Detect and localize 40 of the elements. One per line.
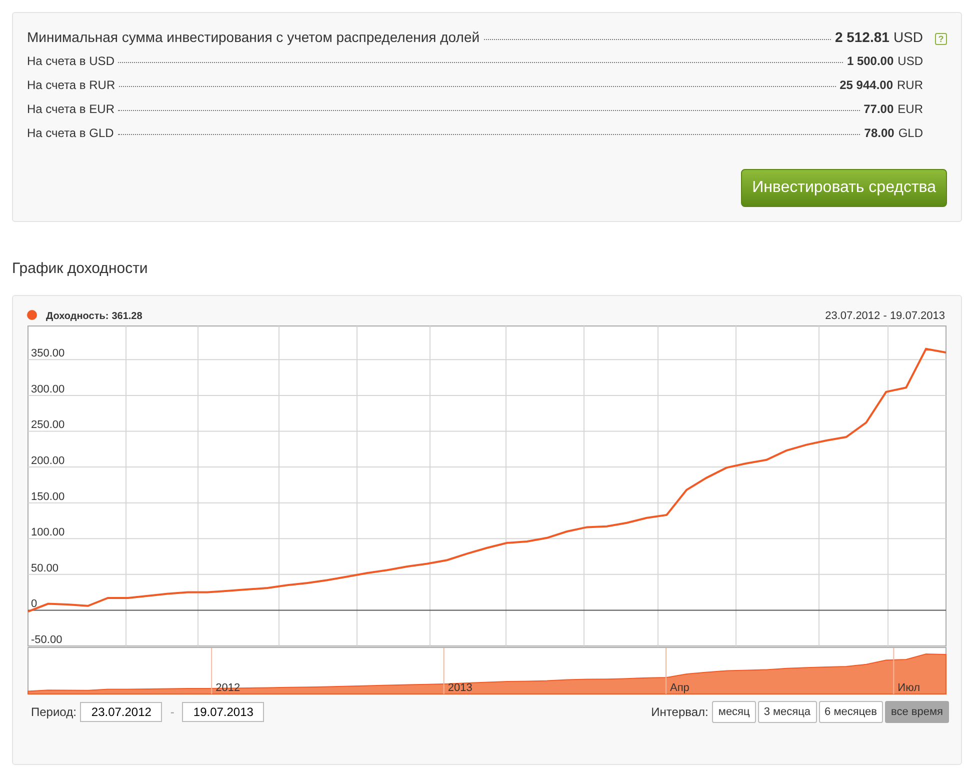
min-sum-label: Минимальная сумма инвестирования с учетом распределения долей <box>27 28 480 47</box>
y-axis-label: 350.00 <box>31 347 65 360</box>
account-label: На счета в GLD <box>27 125 114 142</box>
interval-button[interactable]: месяц <box>712 700 756 723</box>
interval-button[interactable]: 6 месяцев <box>818 700 883 723</box>
interval-button[interactable]: все время <box>885 700 949 723</box>
currency-label: EUR <box>898 101 923 118</box>
y-axis-label: 50.00 <box>31 562 59 574</box>
amount-value: 25 944.00 <box>840 77 893 94</box>
amount-value: 2 512.81 <box>834 28 890 47</box>
currency-label: RUR <box>897 77 923 94</box>
currency-label: GLD <box>898 125 923 142</box>
y-axis-label: 0 <box>31 598 38 610</box>
account-label: На счета в RUR <box>27 77 116 94</box>
currency-label: USD <box>898 53 923 70</box>
legend-label: Доходность: 361.28 <box>46 310 142 322</box>
separator: - <box>170 704 174 721</box>
currency-label: USD <box>893 28 923 47</box>
navigator-label: 2013 <box>448 682 472 694</box>
y-axis-label: 100.00 <box>31 526 65 538</box>
account-label: На счета в USD <box>27 53 114 70</box>
amount-value: 1 500.00 <box>846 53 894 70</box>
date-from-field[interactable]: 23.07.2012 <box>80 702 162 722</box>
y-axis-label: -50.00 <box>31 634 62 646</box>
account-label: На счета в EUR <box>27 101 114 118</box>
date-to-field[interactable]: 19.07.2013 <box>182 702 264 722</box>
interval-label: Интервал: <box>651 704 708 721</box>
amount-value: 78.00 <box>864 125 894 142</box>
interval-button[interactable]: 3 месяца <box>758 700 817 723</box>
section-title: График доходности <box>12 259 149 279</box>
navigator-label: 2012 <box>216 682 240 694</box>
y-axis-label: 200.00 <box>31 454 65 467</box>
navigator-label: Апр <box>670 682 690 694</box>
period-label: Период: <box>31 704 76 721</box>
y-axis-label: 250.00 <box>31 418 65 431</box>
navigator-label: Июл <box>898 682 920 694</box>
amount-value: 77.00 <box>864 101 894 118</box>
date-range: 23.07.2012 - 19.07.2013 <box>825 310 945 322</box>
y-axis-label: 150.00 <box>31 490 65 502</box>
y-axis-label: 300.00 <box>31 382 65 395</box>
